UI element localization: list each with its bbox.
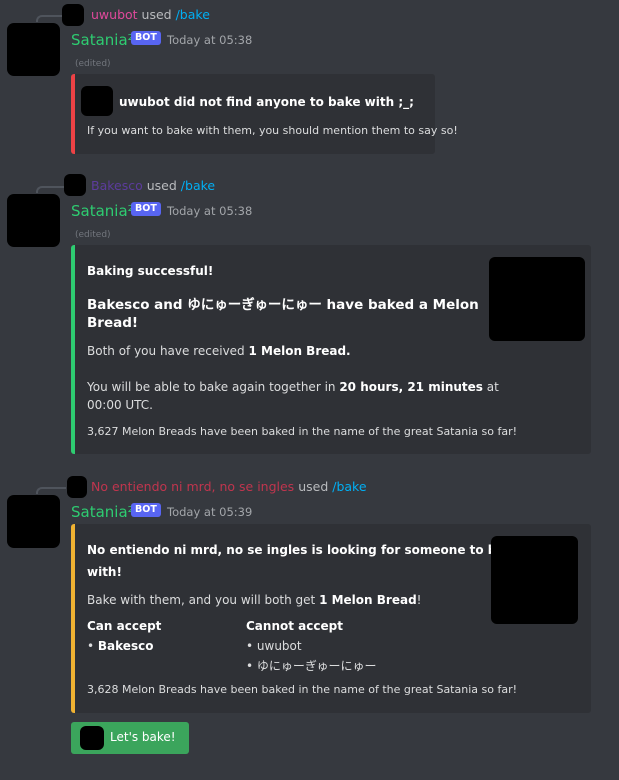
field-cannot-accept-item: • ゆにゅーぎゅーにゅー [246, 659, 377, 673]
reply-username[interactable]: uwubot [91, 7, 138, 22]
field-can-accept-label: Can accept [87, 619, 162, 633]
reply-username[interactable]: No entiendo ni mrd, no se ingles [91, 479, 294, 494]
edited-marker: (edited) [75, 230, 111, 240]
author-name[interactable]: Satania² [71, 202, 134, 220]
author-avatar[interactable] [7, 23, 60, 76]
reply-avatar[interactable] [67, 476, 87, 498]
embed-cooldown-line: You will be able to bake again together … [87, 380, 499, 394]
reply-command[interactable]: /bake [181, 178, 215, 193]
message-timestamp[interactable]: Today at 05:38 [167, 33, 252, 47]
lets-bake-button[interactable]: Let's bake! [71, 722, 189, 754]
reply-used-text: used [146, 178, 177, 193]
edited-marker: (edited) [75, 59, 111, 69]
embed-thumbnail[interactable] [489, 257, 585, 341]
embed-received-line: Both of you have received 1 Melon Bread. [87, 344, 351, 358]
embed-title: No entiendo ni mrd, no se ingles is look… [87, 543, 521, 557]
embed-thumbnail[interactable] [491, 536, 578, 624]
author-avatar[interactable] [7, 194, 60, 247]
author-name[interactable]: Satania² [71, 31, 134, 49]
reply-command[interactable]: /bake [176, 7, 210, 22]
reply-connector [36, 487, 66, 494]
reply-reference[interactable]: Bakesco used /bake [91, 178, 215, 193]
field-cannot-accept-label: Cannot accept [246, 619, 343, 633]
embed-description: Bake with them, and you will both get 1 … [87, 593, 422, 607]
embed: Baking successful! Bakesco and ゆにゅーぎゅーにゅ… [71, 245, 591, 454]
embed-title: Bread! [87, 315, 139, 331]
reply-connector [36, 186, 66, 193]
button-emoji-icon [80, 726, 104, 750]
embed-cooldown-line-2: 00:00 UTC. [87, 398, 153, 412]
embed-title: with! [87, 565, 122, 579]
reply-command[interactable]: /bake [332, 479, 366, 494]
reply-reference[interactable]: uwubot used /bake [91, 7, 210, 22]
reply-avatar[interactable] [62, 4, 84, 26]
embed-footer: 3,627 Melon Breads have been baked in th… [87, 425, 518, 438]
reply-avatar[interactable] [64, 174, 86, 196]
field-cannot-accept-item: • uwubot [246, 639, 302, 653]
reply-used-text: used [141, 7, 172, 22]
author-name[interactable]: Satania² [71, 503, 134, 521]
embed-heading: Baking successful! [87, 264, 214, 278]
bot-badge: BOT [131, 202, 161, 216]
embed-author-icon [81, 86, 113, 116]
embed-footer: 3,628 Melon Breads have been baked in th… [87, 683, 518, 696]
embed: uwubot did not find anyone to bake with … [71, 74, 458, 154]
message-timestamp[interactable]: Today at 05:39 [167, 505, 252, 519]
bot-badge: BOT [131, 31, 161, 45]
bot-badge: BOT [131, 503, 161, 517]
embed-description: If you want to bake with them, you shoul… [87, 124, 458, 137]
reply-reference[interactable]: No entiendo ni mrd, no se ingles used /b… [91, 479, 367, 494]
embed-title: Bakesco and ゆにゅーぎゅーにゅー have baked a Melo… [87, 297, 479, 313]
reply-used-text: used [298, 479, 329, 494]
message-timestamp[interactable]: Today at 05:38 [167, 204, 252, 218]
reply-username[interactable]: Bakesco [91, 178, 143, 193]
field-can-accept-item: • Bakesco [87, 639, 154, 653]
embed: No entiendo ni mrd, no se ingles is look… [71, 524, 591, 713]
author-avatar[interactable] [7, 495, 60, 548]
embed-author-line: uwubot did not find anyone to bake with … [119, 95, 414, 109]
button-label: Let's bake! [110, 730, 176, 744]
